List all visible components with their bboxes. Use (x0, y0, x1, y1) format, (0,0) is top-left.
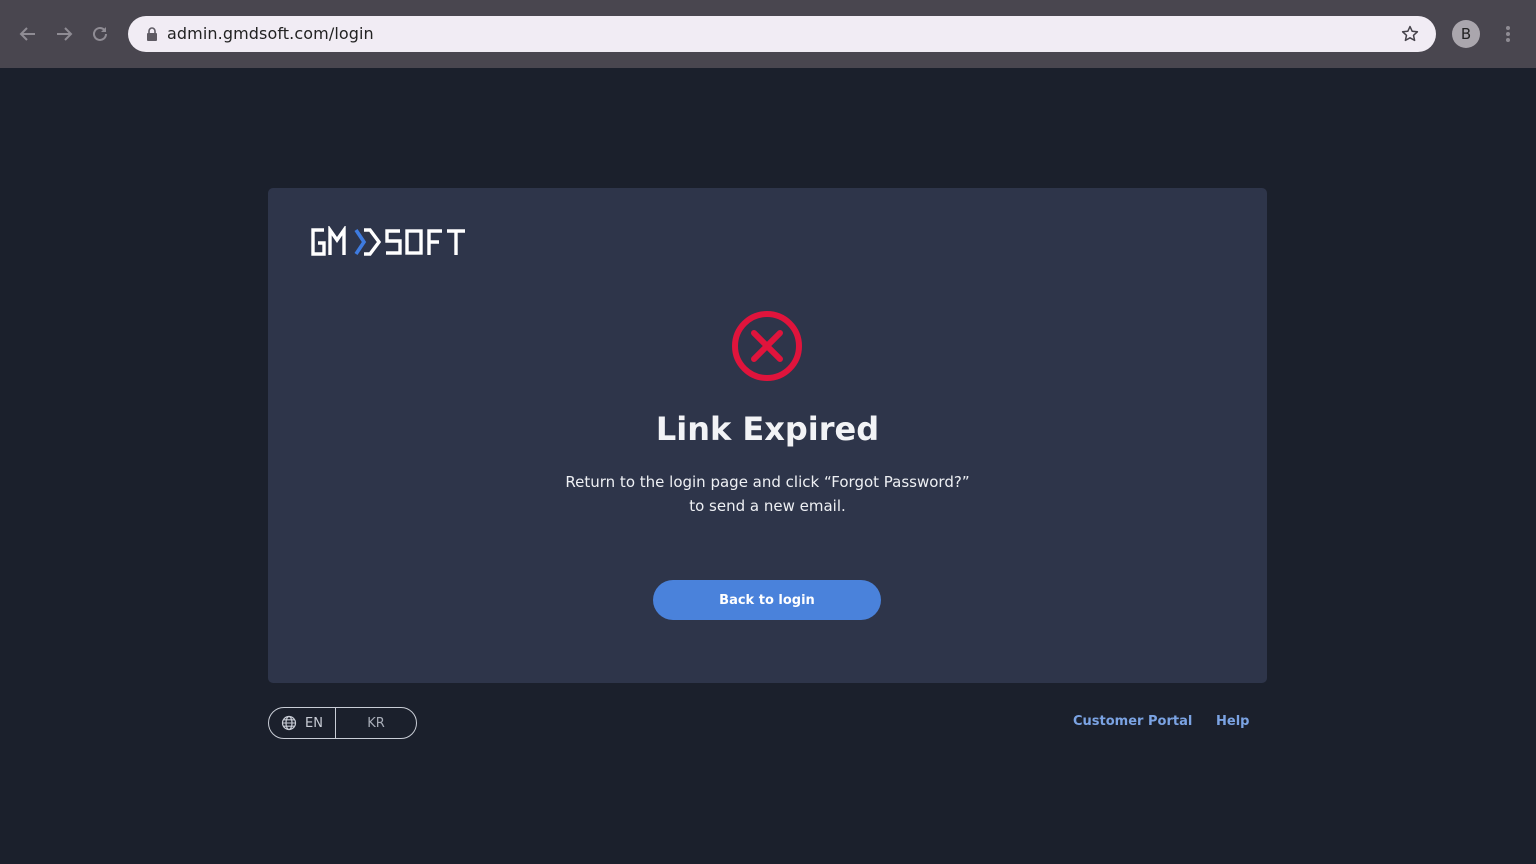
lang-en-option[interactable]: EN (269, 708, 336, 738)
customer-portal-link[interactable]: Customer Portal (1073, 714, 1192, 729)
lang-en-label: EN (305, 715, 323, 731)
error-x-circle-icon (732, 311, 802, 381)
back-button[interactable] (13, 19, 43, 49)
forward-button[interactable] (49, 19, 79, 49)
address-bar[interactable]: admin.gmdsoft.com/login (128, 16, 1436, 52)
star-icon[interactable] (1400, 24, 1420, 44)
lang-kr-option[interactable]: KR (336, 708, 416, 738)
language-switcher: EN KR (268, 707, 417, 739)
message-line-2: to send a new email. (689, 497, 846, 515)
back-arrow-icon (19, 27, 35, 41)
reload-button[interactable] (85, 19, 115, 49)
forward-arrow-icon (57, 27, 73, 41)
browser-toolbar: admin.gmdsoft.com/login B (0, 0, 1536, 68)
expired-link-card: Link Expired Return to the login page an… (268, 188, 1267, 683)
page-title: Link Expired (655, 410, 880, 448)
kebab-menu-icon[interactable] (1498, 22, 1518, 46)
lang-kr-label: KR (367, 715, 385, 731)
reload-icon (93, 26, 107, 41)
back-to-login-button[interactable]: Back to login (653, 580, 881, 620)
gmdsoft-logo (311, 226, 465, 256)
globe-icon (281, 715, 297, 731)
lock-icon (147, 27, 157, 41)
help-link[interactable]: Help (1216, 714, 1249, 729)
address-url: admin.gmdsoft.com/login (167, 24, 374, 43)
expired-message: Return to the login page and click “Forg… (268, 470, 1267, 518)
profile-avatar[interactable]: B (1452, 20, 1480, 48)
message-line-1: Return to the login page and click “Forg… (565, 473, 970, 491)
